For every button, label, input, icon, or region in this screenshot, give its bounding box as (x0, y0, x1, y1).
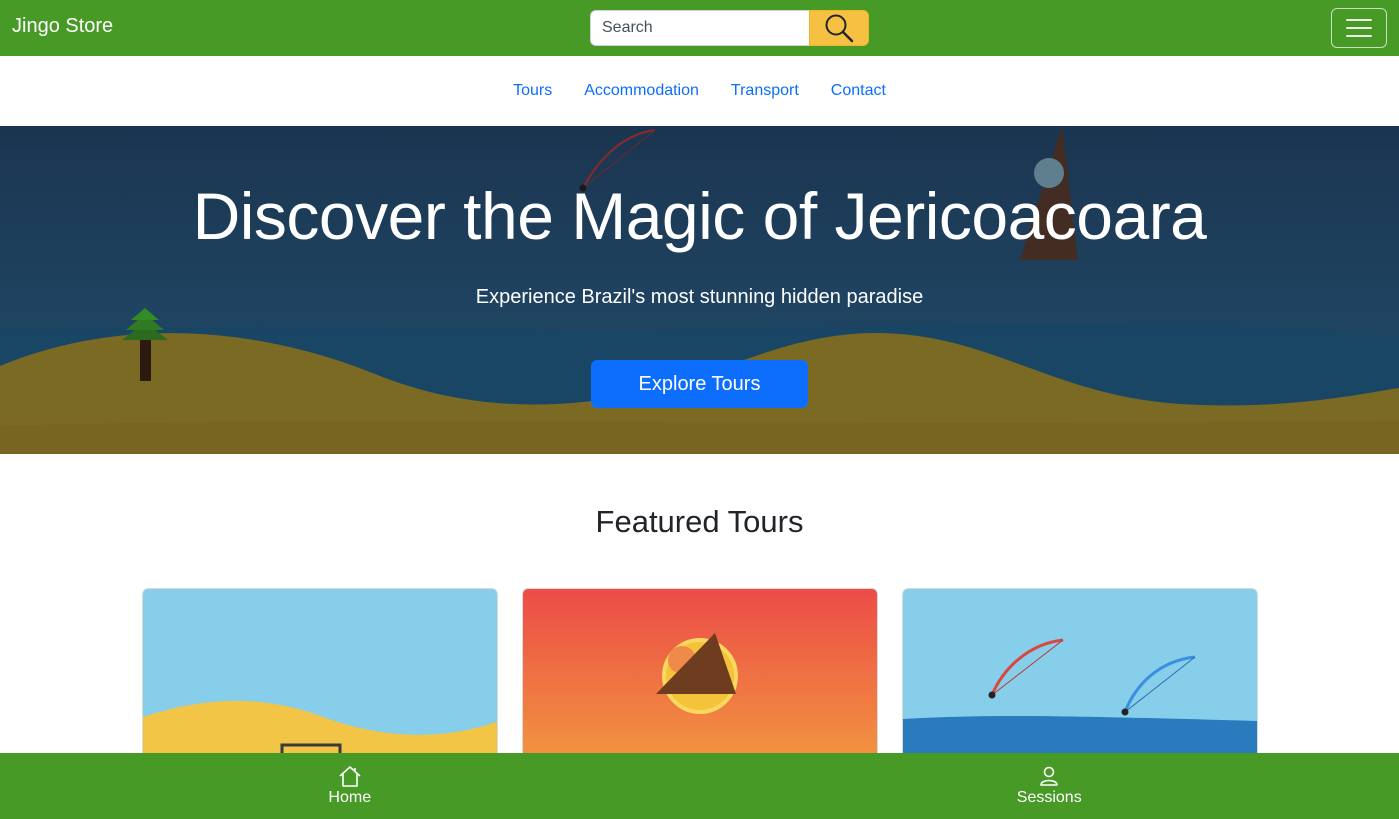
brand-link[interactable]: Jingo Store (12, 15, 113, 38)
search-form (590, 10, 869, 46)
explore-tours-button[interactable]: Explore Tours (591, 360, 808, 408)
featured-tours-heading: Featured Tours (595, 504, 804, 539)
nav-link-transport[interactable]: Transport (715, 82, 815, 100)
nav-link-contact[interactable]: Contact (815, 82, 902, 100)
search-icon (825, 14, 854, 43)
hamburger-icon-line (1346, 35, 1372, 37)
top-navbar: Jingo Store (0, 0, 1399, 56)
bottom-nav-sessions[interactable]: Sessions (700, 753, 1399, 819)
search-button[interactable] (809, 10, 869, 46)
hamburger-icon-line (1346, 19, 1372, 21)
home-icon (339, 766, 361, 787)
hero-title: Discover the Magic of Jericoacoara (192, 179, 1207, 253)
menu-toggle-button[interactable] (1331, 8, 1387, 48)
user-icon (1040, 766, 1059, 786)
main-nav: Tours Accommodation Transport Contact (0, 56, 1399, 126)
bottom-navbar: Home Sessions (0, 753, 1399, 819)
nav-link-accommodation[interactable]: Accommodation (568, 82, 715, 100)
nav-link-tours[interactable]: Tours (497, 82, 568, 100)
hero-subtitle: Experience Brazil's most stunning hidden… (475, 286, 924, 308)
search-input[interactable] (590, 10, 809, 46)
hamburger-icon-line (1346, 27, 1372, 29)
hero-section: Discover the Magic of Jericoacoara Exper… (0, 126, 1399, 454)
bottom-nav-home-label: Home (328, 789, 372, 806)
bottom-nav-sessions-label: Sessions (1016, 789, 1082, 806)
bottom-nav-home[interactable]: Home (0, 753, 700, 819)
